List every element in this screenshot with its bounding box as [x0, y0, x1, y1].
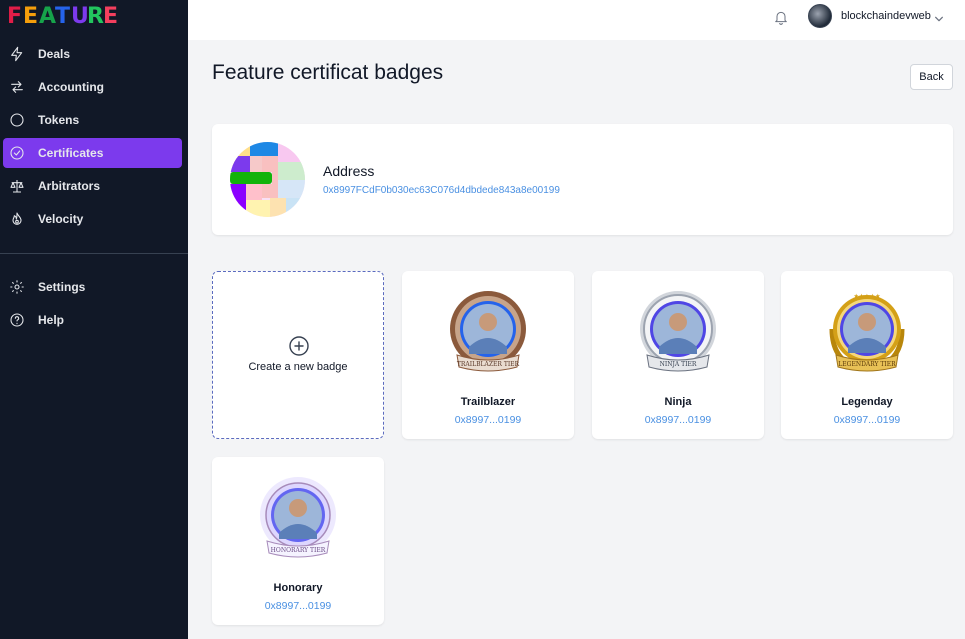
gear-icon — [9, 279, 25, 295]
badge-ribbon-text: TRAILBLAZER TIER — [457, 361, 520, 368]
logo-letter: U — [71, 4, 90, 29]
logo-letter: A — [39, 4, 58, 29]
badge-card-legenday[interactable]: ★★★★★ LEGENDARY TIER Legenday 0x8997...0… — [781, 271, 953, 439]
arrows-exchange-icon — [9, 79, 25, 95]
scale-icon — [9, 178, 25, 194]
avatar[interactable] — [808, 4, 832, 28]
badge-name: Trailblazer — [460, 396, 516, 408]
badge-ribbon-text: LEGENDARY TIER — [838, 361, 896, 368]
question-circle-icon — [9, 312, 25, 328]
logo-letter: E — [103, 4, 120, 29]
sidebar-item-deals[interactable]: Deals — [3, 39, 182, 69]
sidebar-item-label: Velocity — [38, 212, 84, 226]
bell-icon[interactable] — [773, 8, 789, 26]
sidebar-item-certificates[interactable]: Certificates — [3, 138, 182, 168]
sidebar-item-settings[interactable]: Settings — [3, 272, 182, 302]
sidebar-item-label: Deals — [38, 47, 71, 61]
sidebar-item-label: Certificates — [38, 146, 104, 160]
username[interactable]: blockchaindevweb — [841, 10, 931, 22]
sidebar-item-label: Tokens — [38, 113, 80, 127]
circle-icon — [9, 112, 25, 128]
sidebar-item-label: Help — [38, 313, 65, 327]
badge-image: ★★★★★ LEGENDARY TIER — [826, 289, 908, 377]
logo-letter: T — [55, 4, 72, 29]
fire-icon — [9, 211, 25, 227]
check-circle-icon — [9, 145, 25, 161]
sidebar-bottom-nav: Settings Help — [0, 272, 188, 338]
badge-ribbon-text: NINJA TIER — [660, 361, 697, 368]
sidebar-item-label: Settings — [38, 280, 86, 294]
page-title: Feature certificat badges — [212, 61, 444, 84]
create-badge-label: Create a new badge — [248, 361, 348, 373]
address-card: Address 0x8997FCdF0b030ec63C076d4dbdede8… — [212, 124, 953, 235]
badge-image: NINJA TIER — [637, 289, 719, 377]
chevron-down-icon[interactable] — [934, 11, 944, 22]
badge-card-ninja[interactable]: NINJA TIER Ninja 0x8997...0199 — [592, 271, 764, 439]
svg-text:★★★★★: ★★★★★ — [854, 293, 881, 300]
badge-ribbon-text: HONORARY TIER — [271, 547, 326, 554]
badge-image: HONORARY TIER — [257, 475, 339, 563]
badge-card-trailblazer[interactable]: TRAILBLAZER TIER Trailblazer 0x8997...01… — [402, 271, 574, 439]
logo-letter: R — [87, 4, 105, 29]
sidebar-item-label: Arbitrators — [38, 179, 101, 193]
address-label: Address — [323, 163, 375, 179]
badge-card-honorary[interactable]: HONORARY TIER Honorary 0x8997...0199 — [212, 457, 384, 625]
sidebar-nav: Deals Accounting Tokens Certificates Arb… — [0, 39, 188, 237]
logo-letter: F — [7, 4, 24, 29]
badge-address[interactable]: 0x8997...0199 — [402, 414, 574, 426]
address-value[interactable]: 0x8997FCdF0b030ec63C076d4dbdede843a8e001… — [323, 185, 560, 196]
sidebar-item-help[interactable]: Help — [3, 305, 182, 335]
create-badge-card[interactable]: Create a new badge — [212, 271, 384, 439]
bolt-icon — [9, 46, 25, 62]
badge-address[interactable]: 0x8997...0199 — [212, 600, 384, 612]
badge-name: Ninja — [664, 396, 692, 408]
sidebar-divider — [0, 253, 188, 254]
feature-logo[interactable]: F E A T U R E — [7, 4, 120, 29]
sidebar-item-accounting[interactable]: Accounting — [3, 72, 182, 102]
plus-circle-icon — [289, 336, 309, 356]
badge-name: Honorary — [273, 582, 323, 594]
sidebar: F E A T U R E Deals Accounting Tokens Ce… — [0, 0, 188, 639]
address-identicon — [230, 142, 305, 217]
top-bar: blockchaindevweb — [188, 0, 965, 40]
back-button[interactable]: Back — [910, 64, 953, 90]
sidebar-item-velocity[interactable]: Velocity — [3, 204, 182, 234]
badge-image: TRAILBLAZER TIER — [447, 289, 529, 377]
badge-name: Legenday — [841, 396, 893, 408]
sidebar-item-tokens[interactable]: Tokens — [3, 105, 182, 135]
sidebar-item-label: Accounting — [38, 80, 104, 94]
badge-address[interactable]: 0x8997...0199 — [781, 414, 953, 426]
logo-letter: E — [23, 4, 40, 29]
badge-address[interactable]: 0x8997...0199 — [592, 414, 764, 426]
sidebar-item-arbitrators[interactable]: Arbitrators — [3, 171, 182, 201]
